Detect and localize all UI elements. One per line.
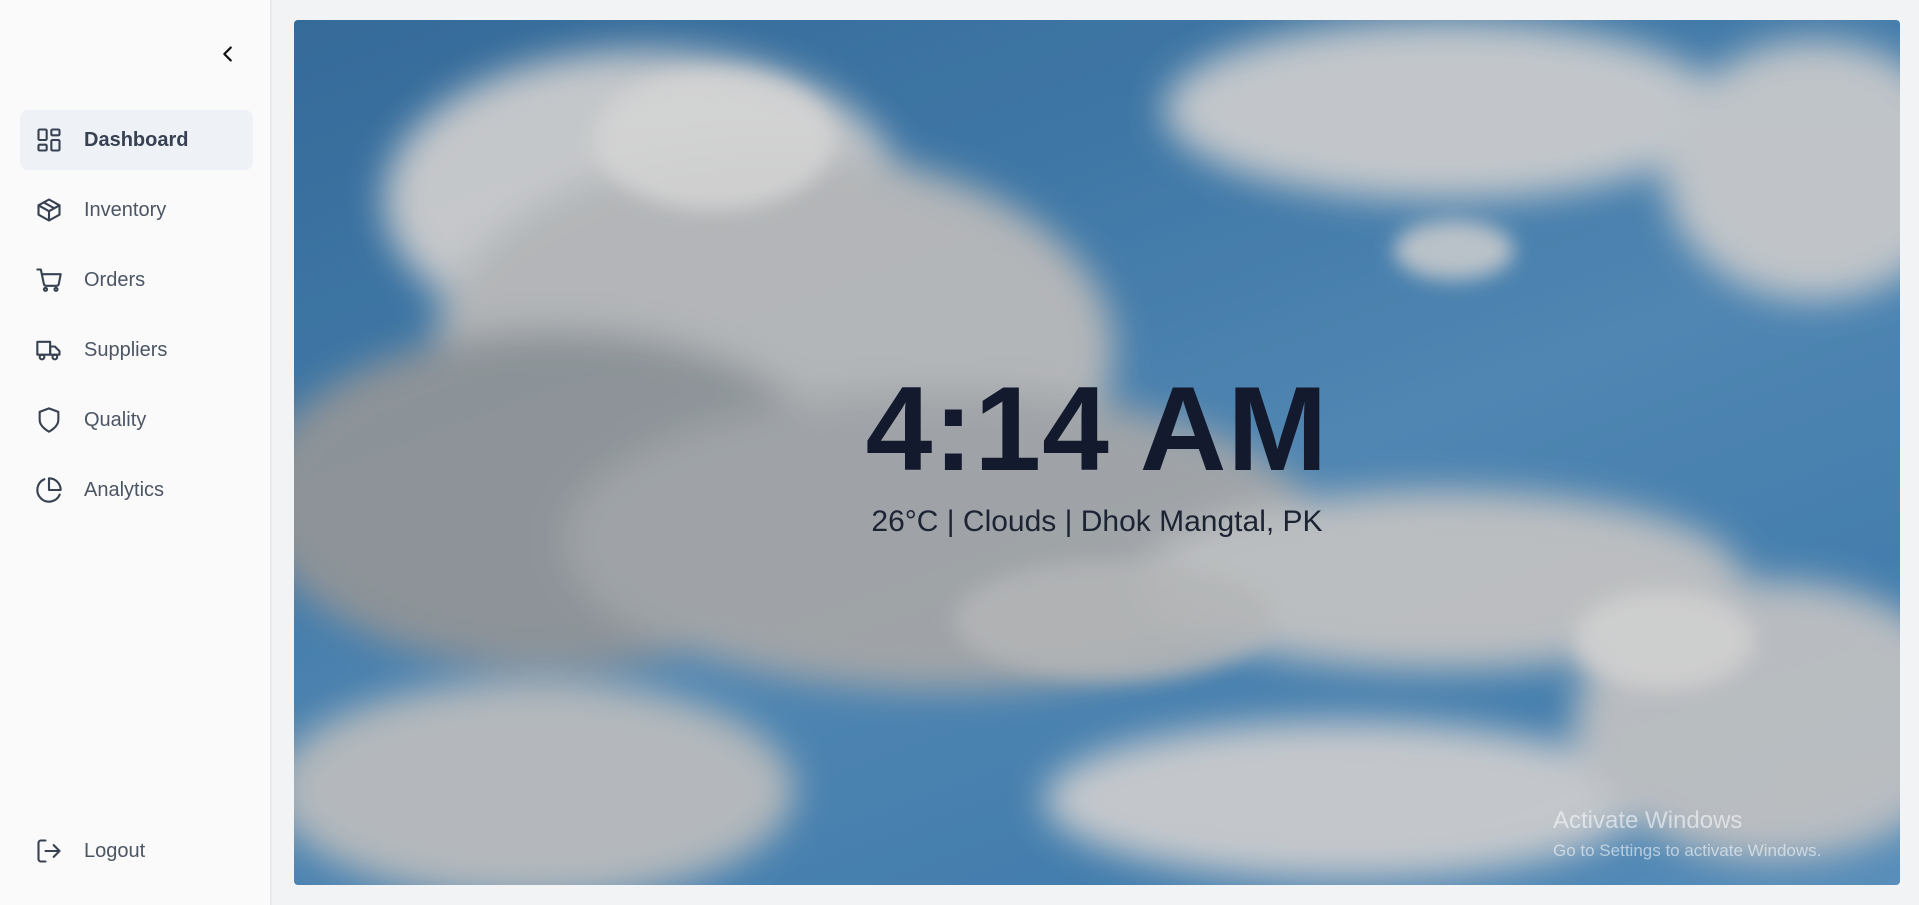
chevron-left-icon[interactable] [214, 40, 242, 68]
sidebar-item-label: Orders [84, 268, 146, 291]
sidebar-item-label: Inventory [84, 198, 167, 221]
shield-icon [34, 405, 64, 435]
sidebar-item-orders[interactable]: Orders [20, 250, 253, 310]
sidebar-nav: Dashboard Inventory Orders Suppliers Qua… [20, 110, 253, 530]
app-root: Dashboard Inventory Orders Suppliers Qua… [0, 0, 1919, 905]
pie-chart-icon [34, 475, 64, 505]
logout-button[interactable]: Logout [20, 821, 253, 881]
box-icon [34, 195, 64, 225]
cart-icon [34, 265, 64, 295]
sidebar-item-suppliers[interactable]: Suppliers [20, 320, 253, 380]
logout-icon [34, 836, 64, 866]
weather-hero: 4:14 AM 26°C | Clouds | Dhok Mangtal, PK… [294, 20, 1900, 885]
truck-icon [34, 335, 64, 365]
sidebar: Dashboard Inventory Orders Suppliers Qua… [0, 0, 272, 905]
sidebar-item-inventory[interactable]: Inventory [20, 180, 253, 240]
watermark-title: Activate Windows [1553, 807, 1743, 834]
sidebar-item-dashboard[interactable]: Dashboard [20, 110, 253, 170]
sidebar-item-label: Suppliers [84, 338, 168, 361]
logout-label: Logout [84, 839, 146, 862]
sidebar-item-analytics[interactable]: Analytics [20, 460, 253, 520]
sidebar-item-label: Dashboard [84, 128, 189, 151]
watermark-subtitle: Go to Settings to activate Windows. [1553, 841, 1822, 860]
grid-icon [34, 125, 64, 155]
sidebar-item-label: Analytics [84, 478, 165, 501]
activate-windows-watermark: Activate Windows Go to Settings to activ… [1553, 807, 1821, 861]
current-time: 4:14 AM [865, 362, 1329, 496]
sidebar-item-quality[interactable]: Quality [20, 390, 253, 450]
weather-summary: 26°C | Clouds | Dhok Mangtal, PK [871, 505, 1323, 538]
sidebar-item-label: Quality [84, 408, 147, 431]
